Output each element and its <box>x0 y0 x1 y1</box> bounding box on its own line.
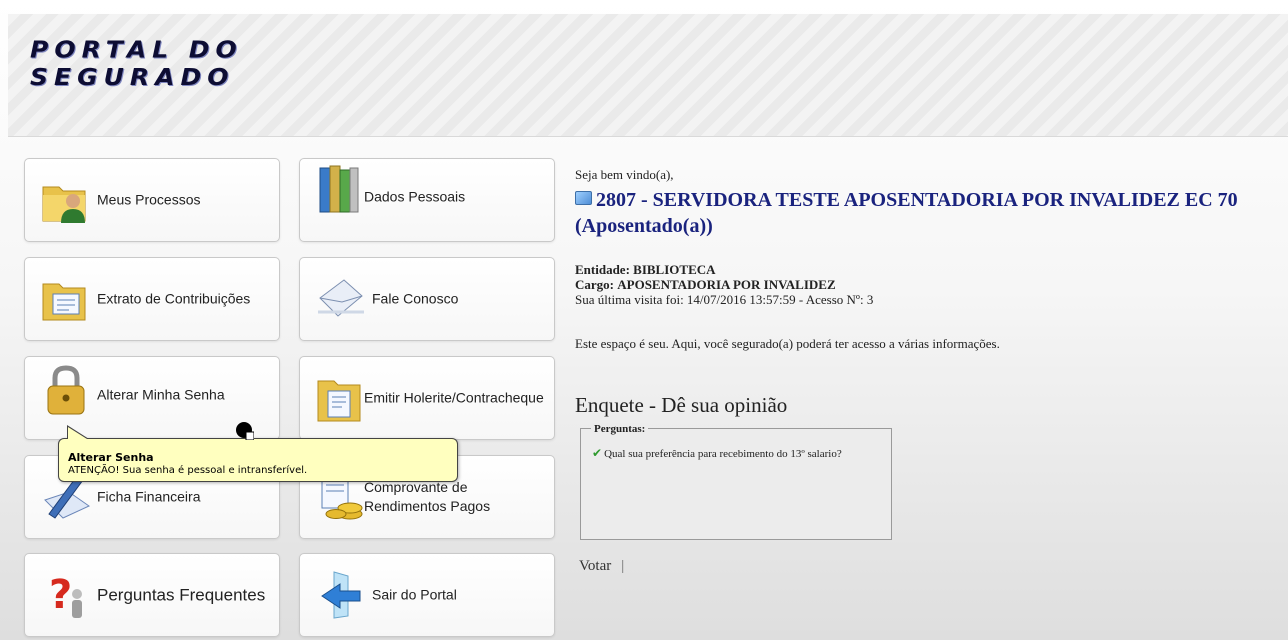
cargo-label: Cargo: <box>575 277 614 292</box>
poll-question[interactable]: ✔ Qual sua preferência para recebimento d… <box>592 446 842 461</box>
portal-logo: PORTAL DO SEGURADO <box>30 36 243 91</box>
folder-document-icon <box>317 380 361 422</box>
tooltip-arrow-fill <box>68 427 87 439</box>
menu-label: Perguntas Frequentes <box>97 585 266 605</box>
padlock-icon <box>47 365 85 415</box>
user-name: 2807 - SERVIDORA TESTE APOSENTADORIA POR… <box>575 187 1288 239</box>
poll-actions: Votar | <box>579 558 624 575</box>
menu-label: Sair do Portal <box>372 586 457 603</box>
cargo-value: APOSENTADORIA POR INVALIDEZ <box>617 277 836 292</box>
entidade-label: Entidade: <box>575 262 630 277</box>
password-tooltip: Alterar Senha ATENÇÃO! Sua senha é pesso… <box>58 438 458 482</box>
welcome-description: Este espaço é seu. Aqui, você segurado(a… <box>575 336 1000 351</box>
menu-label: Extrato de Contribuições <box>97 290 251 307</box>
exit-arrow-icon <box>321 571 361 619</box>
menu-fale-conosco[interactable]: Fale Conosco <box>299 257 555 341</box>
poll-title: Enquete - Dê sua opinião <box>575 393 788 417</box>
logo-line-2: SEGURADO <box>30 64 235 91</box>
last-visit: Sua última visita foi: 14/07/2016 13:57:… <box>575 292 874 307</box>
menu-label: Ficha Financeira <box>97 488 201 505</box>
folder-user-icon <box>42 186 86 223</box>
entidade-value: BIBLIOTECA <box>633 262 716 277</box>
question-mark-icon: ? <box>49 572 82 618</box>
tooltip-title: Alterar Senha <box>68 451 154 464</box>
menu-extrato-contribuicoes[interactable]: Extrato de Contribuições <box>24 257 280 341</box>
menu-meus-processos[interactable]: Meus Processos <box>24 158 280 242</box>
user-name-line-1: 2807 - SERVIDORA TESTE APOSENTADORIA POR… <box>596 189 1238 211</box>
user-info-panel: Seja bem vindo(a), 2807 - SERVIDORA TEST… <box>575 167 1238 417</box>
welcome-text: Seja bem vindo(a), <box>575 167 674 182</box>
folder-document-icon <box>42 283 86 321</box>
menu-dados-pessoais[interactable]: Dados Pessoais <box>299 158 555 242</box>
poll-question-text: Qual sua preferência para recebimento do… <box>604 448 842 460</box>
menu-label: Comprovante de Rendimentos Pagos <box>364 479 491 514</box>
checkmark-icon: ✔ <box>592 446 603 460</box>
menu-perguntas-frequentes[interactable]: ? Perguntas Frequentes <box>24 553 280 637</box>
menu-emitir-holerite[interactable]: Emitir Holerite/Contracheque <box>299 356 555 440</box>
svg-text:?: ? <box>49 572 72 618</box>
menu-label: Alterar Minha Senha <box>97 386 225 403</box>
tooltip-text: ATENÇÃO! Sua senha é pessoal e intransfe… <box>68 465 308 476</box>
poll-legend: Perguntas: <box>591 423 649 435</box>
menu-label: Dados Pessoais <box>364 188 466 205</box>
logo-line-1: PORTAL DO <box>30 36 243 64</box>
user-name-line-2: (Aposentado(a)) <box>575 215 713 237</box>
id-card-icon <box>575 191 592 205</box>
vote-separator: | <box>621 558 625 574</box>
portal-header: PORTAL DO SEGURADO <box>8 14 1288 137</box>
user-details: Entidade: BIBLIOTECA Cargo: APOSENTADORI… <box>575 262 1275 307</box>
poll-questions-box: Perguntas: ✔ Qual sua preferência para re… <box>580 423 892 540</box>
envelope-icon <box>318 279 364 317</box>
menu-label: Emitir Holerite/Contracheque <box>364 389 544 406</box>
vote-button[interactable]: Votar <box>579 558 611 574</box>
menu-label: Fale Conosco <box>372 290 459 307</box>
binders-icon <box>319 165 359 213</box>
menu-sair-portal[interactable]: Sair do Portal <box>299 553 555 637</box>
menu-label: Meus Processos <box>97 191 201 208</box>
mouse-cursor-icon <box>236 422 254 440</box>
